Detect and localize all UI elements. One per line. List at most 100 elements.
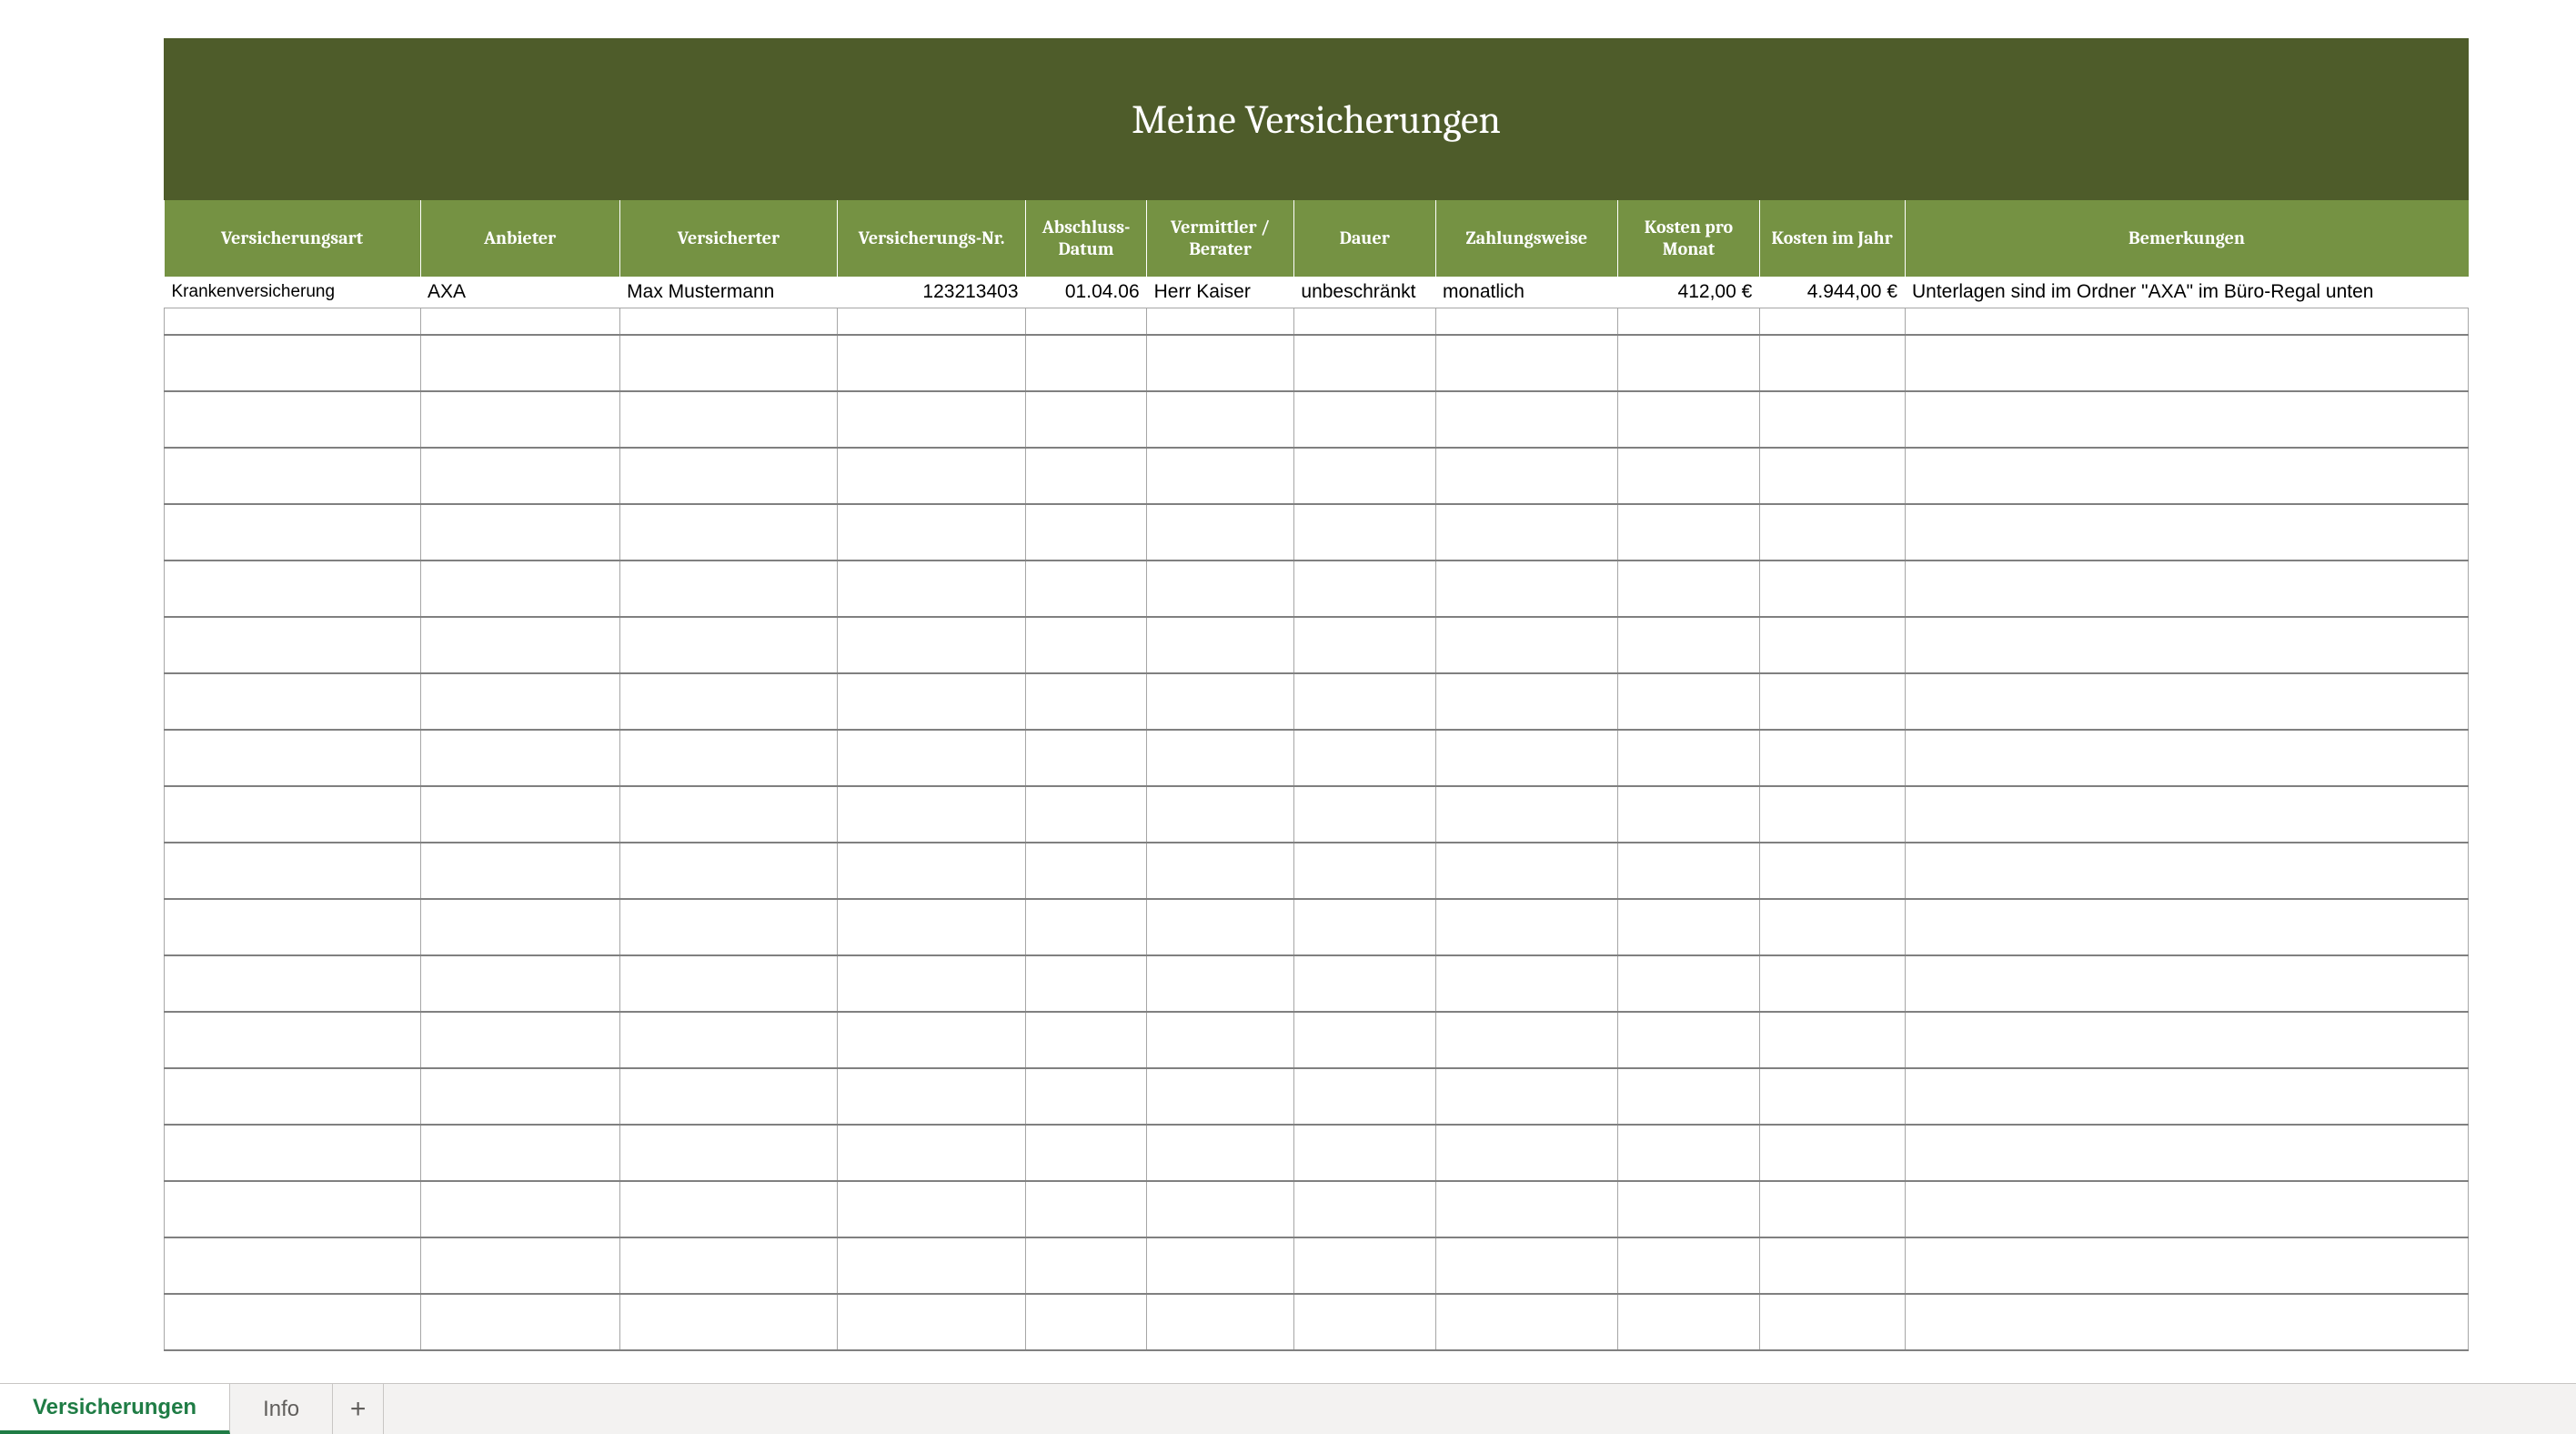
cell-empty[interactable] (165, 1237, 421, 1294)
cell-vermittler[interactable]: Herr Kaiser (1147, 277, 1294, 308)
table-row[interactable] (165, 730, 2469, 786)
cell-empty[interactable] (619, 1294, 838, 1350)
cell-empty[interactable] (1147, 617, 1294, 673)
cell-empty[interactable] (1618, 1068, 1760, 1125)
cell-empty[interactable] (1026, 843, 1147, 899)
cell-empty[interactable] (165, 1125, 421, 1181)
cell-empty[interactable] (1026, 335, 1147, 391)
cell-empty[interactable] (1618, 391, 1760, 448)
cell-empty[interactable] (838, 843, 1026, 899)
cell-empty[interactable] (1618, 617, 1760, 673)
cell-empty[interactable] (838, 1294, 1026, 1350)
cell-empty[interactable] (1147, 1068, 1294, 1125)
cell-empty[interactable] (1147, 955, 1294, 1012)
cell-empty[interactable] (1435, 786, 1618, 843)
cell-empty[interactable] (420, 1068, 619, 1125)
cell-empty[interactable] (1293, 1125, 1435, 1181)
cell-empty[interactable] (1435, 617, 1618, 673)
insurance-table[interactable]: Versicherungsart Anbieter Versicherter V… (164, 200, 2469, 1351)
cell-empty[interactable] (1026, 1012, 1147, 1068)
cell-empty[interactable] (420, 1237, 619, 1294)
cell-empty[interactable] (1905, 1068, 2469, 1125)
cell-empty[interactable] (1026, 1294, 1147, 1350)
cell-empty[interactable] (1293, 617, 1435, 673)
cell-empty[interactable] (1026, 448, 1147, 504)
cell-empty[interactable] (1759, 448, 1905, 504)
cell-empty[interactable] (1618, 560, 1760, 617)
cell-empty[interactable] (1905, 730, 2469, 786)
cell-empty[interactable] (1905, 1125, 2469, 1181)
table-row[interactable] (165, 335, 2469, 391)
cell-empty[interactable] (420, 1125, 619, 1181)
cell-empty[interactable] (1905, 560, 2469, 617)
cell-empty[interactable] (1905, 955, 2469, 1012)
cell-empty[interactable] (1293, 391, 1435, 448)
cell-empty[interactable] (1293, 843, 1435, 899)
cell-empty[interactable] (1435, 308, 1618, 335)
cell-empty[interactable] (1435, 1068, 1618, 1125)
cell-empty[interactable] (420, 955, 619, 1012)
col-header-bemerkungen[interactable]: Bemerkungen (1905, 200, 2469, 277)
cell-empty[interactable] (420, 308, 619, 335)
cell-empty[interactable] (1905, 1237, 2469, 1294)
cell-empty[interactable] (1618, 1237, 1760, 1294)
cell-empty[interactable] (1293, 1294, 1435, 1350)
cell-empty[interactable] (1618, 308, 1760, 335)
table-row[interactable] (165, 560, 2469, 617)
table-row[interactable] (165, 673, 2469, 730)
cell-empty[interactable] (1147, 1012, 1294, 1068)
cell-empty[interactable] (165, 730, 421, 786)
table-row[interactable] (165, 617, 2469, 673)
worksheet-area[interactable]: Meine Versicherungen Versicherungsart An… (0, 0, 2576, 1383)
sheet-tab-versicherungen[interactable]: Versicherungen (0, 1384, 230, 1434)
cell-empty[interactable] (1147, 335, 1294, 391)
cell-empty[interactable] (420, 617, 619, 673)
cell-empty[interactable] (1026, 1181, 1147, 1237)
cell-empty[interactable] (420, 786, 619, 843)
cell-empty[interactable] (1905, 843, 2469, 899)
cell-empty[interactable] (1759, 335, 1905, 391)
cell-empty[interactable] (1293, 1068, 1435, 1125)
cell-kosten-monat[interactable]: 412,00 € (1618, 277, 1760, 308)
cell-empty[interactable] (619, 391, 838, 448)
cell-empty[interactable] (1026, 1237, 1147, 1294)
cell-empty[interactable] (1147, 308, 1294, 335)
cell-empty[interactable] (838, 504, 1026, 560)
cell-empty[interactable] (1293, 1012, 1435, 1068)
cell-empty[interactable] (1618, 504, 1760, 560)
cell-empty[interactable] (1026, 1125, 1147, 1181)
cell-empty[interactable] (1293, 335, 1435, 391)
cell-empty[interactable] (838, 308, 1026, 335)
cell-empty[interactable] (1147, 786, 1294, 843)
add-sheet-button[interactable]: + (333, 1384, 384, 1434)
cell-bemerkungen[interactable]: Unterlagen sind im Ordner "AXA" im Büro-… (1905, 277, 2469, 308)
cell-empty[interactable] (165, 843, 421, 899)
cell-empty[interactable] (1435, 1125, 1618, 1181)
cell-empty[interactable] (1147, 899, 1294, 955)
cell-empty[interactable] (838, 617, 1026, 673)
cell-empty[interactable] (1147, 730, 1294, 786)
cell-empty[interactable] (165, 308, 421, 335)
cell-empty[interactable] (1905, 899, 2469, 955)
table-row[interactable] (165, 1068, 2469, 1125)
cell-empty[interactable] (420, 504, 619, 560)
cell-empty[interactable] (619, 335, 838, 391)
cell-empty[interactable] (1759, 730, 1905, 786)
cell-empty[interactable] (1618, 335, 1760, 391)
cell-empty[interactable] (1435, 1294, 1618, 1350)
cell-empty[interactable] (1759, 673, 1905, 730)
cell-empty[interactable] (1147, 560, 1294, 617)
cell-dauer[interactable]: unbeschränkt (1293, 277, 1435, 308)
cell-empty[interactable] (619, 843, 838, 899)
cell-empty[interactable] (165, 1068, 421, 1125)
cell-empty[interactable] (1293, 730, 1435, 786)
cell-empty[interactable] (1435, 673, 1618, 730)
cell-empty[interactable] (619, 448, 838, 504)
cell-empty[interactable] (1026, 617, 1147, 673)
cell-empty[interactable] (1905, 1181, 2469, 1237)
table-row[interactable] (165, 1012, 2469, 1068)
cell-empty[interactable] (165, 617, 421, 673)
cell-empty[interactable] (1905, 617, 2469, 673)
cell-empty[interactable] (1147, 448, 1294, 504)
cell-empty[interactable] (1759, 1181, 1905, 1237)
